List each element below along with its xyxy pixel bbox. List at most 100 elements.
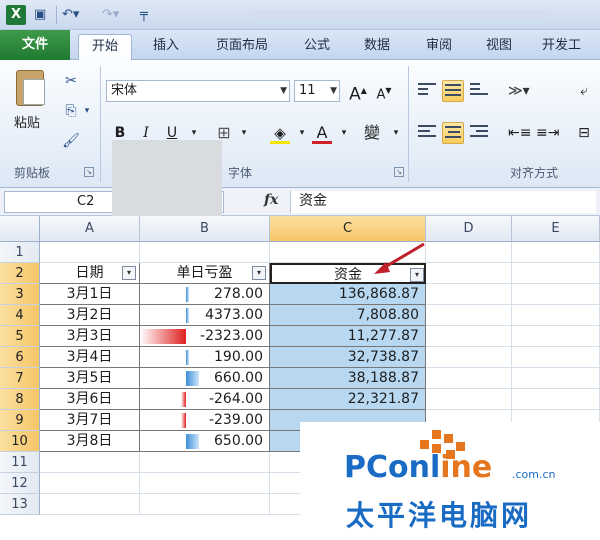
cell-daily-pnl[interactable]: 650.00: [140, 431, 270, 452]
select-all-corner[interactable]: [0, 216, 40, 242]
tab-home[interactable]: 开始: [78, 34, 132, 60]
insert-function-icon[interactable]: fx: [264, 192, 278, 208]
cell-fund[interactable]: 136,868.87: [270, 284, 426, 305]
cell-empty[interactable]: [512, 242, 600, 263]
cell-empty[interactable]: [512, 347, 600, 368]
cell-empty[interactable]: [426, 305, 512, 326]
align-middle-icon[interactable]: [442, 80, 464, 102]
row-header[interactable]: 11: [0, 452, 40, 473]
row-header[interactable]: 10: [0, 431, 40, 452]
undo-icon[interactable]: ↶▾: [62, 6, 79, 24]
cell-fund[interactable]: 38,188.87: [270, 368, 426, 389]
phonetic-button[interactable]: 變: [362, 122, 382, 144]
paste-icon[interactable]: [16, 70, 45, 106]
align-left-icon[interactable]: [416, 122, 438, 144]
header-daily-pnl[interactable]: 单日亏盈 ▾: [140, 263, 270, 284]
wrap-text-icon[interactable]: ⤶: [574, 80, 594, 102]
row-header[interactable]: 4: [0, 305, 40, 326]
cell-empty[interactable]: [426, 368, 512, 389]
cell-daily-pnl[interactable]: -264.00: [140, 389, 270, 410]
cell-empty[interactable]: [512, 305, 600, 326]
shrink-font-icon[interactable]: A▼: [374, 80, 394, 102]
row-header[interactable]: 1: [0, 242, 40, 263]
cell-date[interactable]: 3月3日: [40, 326, 140, 347]
cell-empty[interactable]: [512, 326, 600, 347]
cell-empty[interactable]: [426, 242, 512, 263]
excel-icon[interactable]: X: [6, 5, 26, 25]
align-right-icon[interactable]: [468, 122, 490, 144]
cell-daily-pnl[interactable]: 660.00: [140, 368, 270, 389]
column-header-c[interactable]: C: [270, 216, 426, 242]
cell-date[interactable]: 3月5日: [40, 368, 140, 389]
formula-input[interactable]: 资金: [290, 191, 596, 213]
chevron-down-icon[interactable]: ▼: [330, 81, 337, 101]
tab-data[interactable]: 数据: [352, 34, 402, 60]
cell-fund[interactable]: 22,321.87: [270, 389, 426, 410]
cell-date[interactable]: 3月7日: [40, 410, 140, 431]
tab-file[interactable]: 文件: [0, 30, 70, 60]
row-header[interactable]: 9: [0, 410, 40, 431]
cell-empty[interactable]: [40, 242, 140, 263]
align-top-icon[interactable]: [416, 80, 438, 102]
cell-date[interactable]: 3月8日: [40, 431, 140, 452]
cell-empty[interactable]: [140, 452, 270, 473]
cell-empty[interactable]: [140, 494, 270, 515]
tab-page-layout[interactable]: 页面布局: [202, 34, 282, 60]
borders-dropdown-icon[interactable]: ▾: [234, 122, 254, 144]
fill-color-icon[interactable]: ◈: [270, 122, 290, 144]
header-date[interactable]: 日期 ▾: [40, 263, 140, 284]
cut-icon[interactable]: ✂: [62, 72, 80, 90]
row-header[interactable]: 3: [0, 284, 40, 305]
row-header[interactable]: 13: [0, 494, 40, 515]
cell-daily-pnl[interactable]: 278.00: [140, 284, 270, 305]
cell-daily-pnl[interactable]: 190.00: [140, 347, 270, 368]
cell-fund[interactable]: 7,808.80: [270, 305, 426, 326]
cell-empty[interactable]: [512, 368, 600, 389]
cell-empty[interactable]: [512, 263, 600, 284]
tab-review[interactable]: 审阅: [414, 34, 464, 60]
cell-empty[interactable]: [512, 284, 600, 305]
merge-cells-icon[interactable]: ⊟: [574, 122, 594, 144]
redo-icon[interactable]: ↷▾: [102, 6, 119, 24]
cell-empty[interactable]: [426, 326, 512, 347]
column-header-d[interactable]: D: [426, 216, 512, 242]
cell-empty[interactable]: [40, 452, 140, 473]
cell-date[interactable]: 3月2日: [40, 305, 140, 326]
font-launcher-icon[interactable]: ↘: [394, 167, 404, 177]
cell-fund[interactable]: 32,738.87: [270, 347, 426, 368]
row-header[interactable]: 7: [0, 368, 40, 389]
column-header-e[interactable]: E: [512, 216, 600, 242]
row-header[interactable]: 5: [0, 326, 40, 347]
filter-dropdown-icon[interactable]: ▾: [122, 266, 136, 280]
format-painter-icon[interactable]: 🖌: [62, 132, 80, 150]
cell-empty[interactable]: [140, 242, 270, 263]
column-header-b[interactable]: B: [140, 216, 270, 242]
cell-empty[interactable]: [40, 473, 140, 494]
row-header[interactable]: 2: [0, 263, 40, 284]
decrease-indent-icon[interactable]: ⇤≡: [508, 122, 531, 144]
cell-daily-pnl[interactable]: -239.00: [140, 410, 270, 431]
cell-date[interactable]: 3月6日: [40, 389, 140, 410]
cell-empty[interactable]: [426, 389, 512, 410]
cell-fund[interactable]: 11,277.87: [270, 326, 426, 347]
row-header[interactable]: 6: [0, 347, 40, 368]
filter-dropdown-icon[interactable]: ▾: [252, 266, 266, 280]
font-size-combo[interactable]: 11 ▼: [294, 80, 340, 102]
save-icon[interactable]: ▣: [34, 6, 46, 24]
orientation-icon[interactable]: ≫▾: [508, 80, 530, 102]
font-name-combo[interactable]: 宋体 ▼: [106, 80, 290, 102]
phonetic-dropdown-icon[interactable]: ▾: [386, 122, 406, 144]
cell-date[interactable]: 3月1日: [40, 284, 140, 305]
cell-empty[interactable]: [426, 347, 512, 368]
tab-view[interactable]: 视图: [474, 34, 524, 60]
copy-dropdown-icon[interactable]: ▾: [78, 102, 96, 120]
cell-date[interactable]: 3月4日: [40, 347, 140, 368]
cell-daily-pnl[interactable]: 4373.00: [140, 305, 270, 326]
cell-empty[interactable]: [512, 389, 600, 410]
tab-formulas[interactable]: 公式: [292, 34, 342, 60]
align-bottom-icon[interactable]: [468, 80, 490, 102]
fill-color-dropdown-icon[interactable]: ▾: [292, 122, 312, 144]
cell-empty[interactable]: [426, 284, 512, 305]
increase-indent-icon[interactable]: ≡⇥: [536, 122, 559, 144]
cell-empty[interactable]: [40, 494, 140, 515]
